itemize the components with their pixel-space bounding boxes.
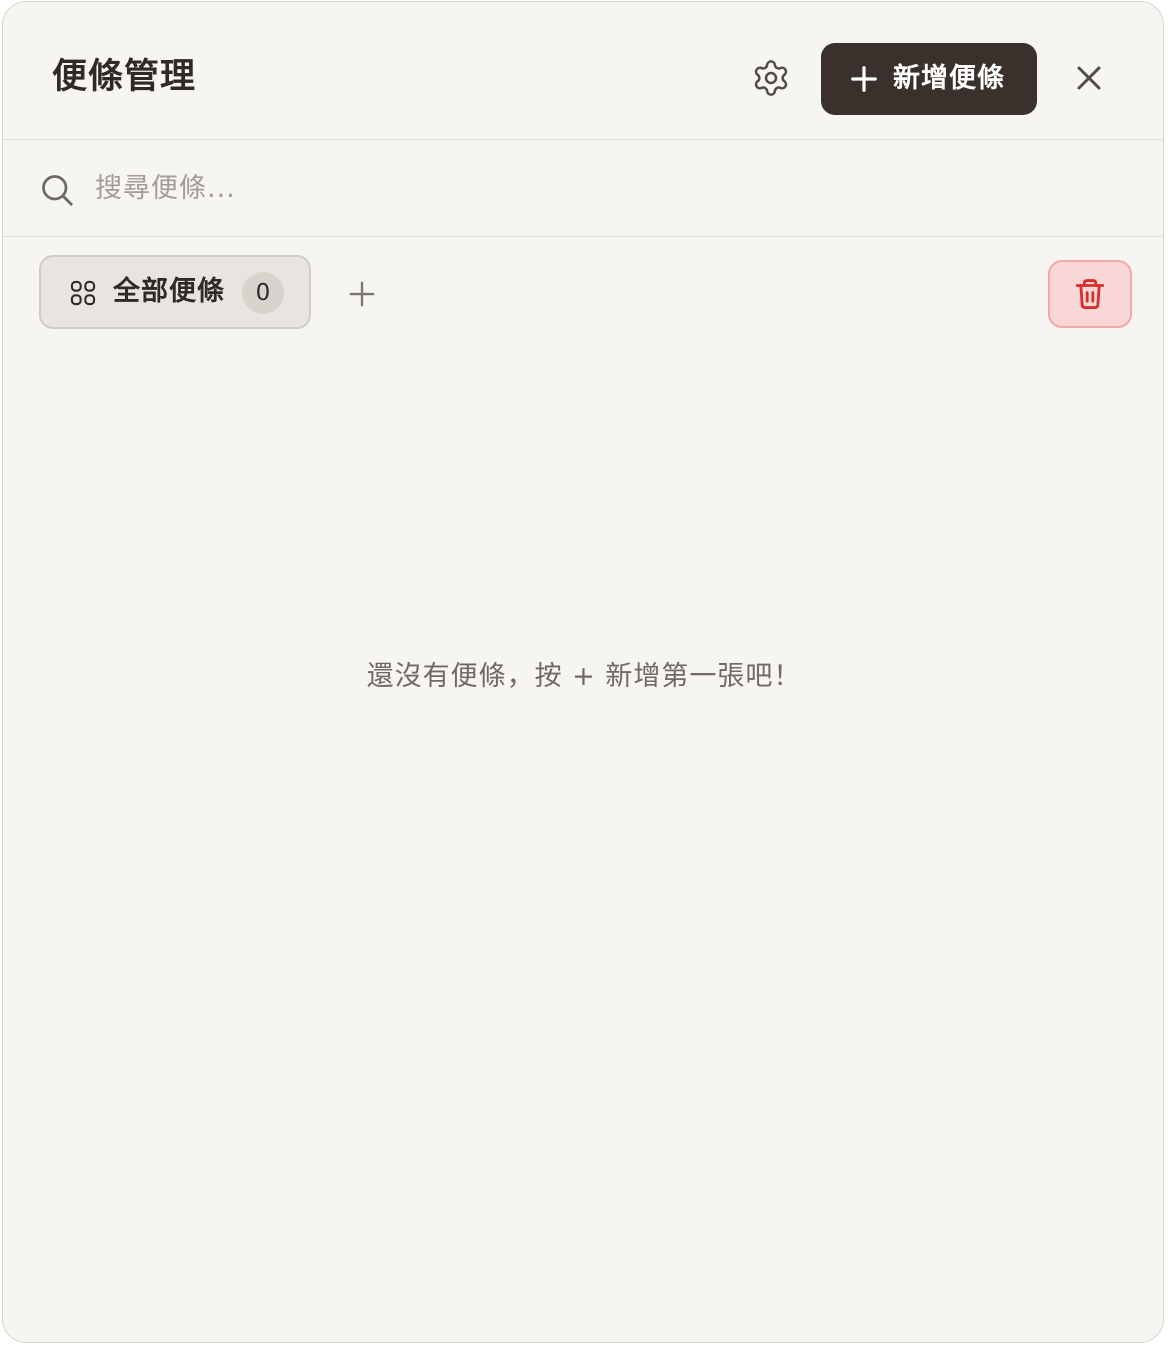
add-note-button[interactable]: 新增便條 xyxy=(821,43,1037,115)
category-count-badge: 0 xyxy=(242,272,284,314)
search-input[interactable] xyxy=(95,166,995,210)
gear-icon xyxy=(754,60,788,96)
note-manager-panel: 便條管理 新增便條 搜尋便條... 全部便條 0 還沒有便條，按 + 新增第一張… xyxy=(2,1,1164,1343)
page-title: 便條管理 xyxy=(52,57,197,97)
close-icon xyxy=(1077,66,1101,90)
delete-button[interactable] xyxy=(1048,260,1132,328)
category-label: 全部便條 xyxy=(113,276,225,307)
plus-icon xyxy=(851,66,877,92)
grid-icon xyxy=(70,280,96,306)
close-button[interactable] xyxy=(1067,56,1111,100)
settings-button[interactable] xyxy=(747,54,795,102)
search-icon xyxy=(42,175,73,206)
empty-state-message: 還沒有便條，按 + 新增第一張吧！ xyxy=(366,661,802,692)
search-bar xyxy=(3,140,1163,237)
add-note-label: 新增便條 xyxy=(893,63,1005,94)
category-bar: 全部便條 0 xyxy=(3,237,1163,347)
plus-icon xyxy=(349,281,375,307)
header: 便條管理 新增便條 xyxy=(3,2,1163,140)
trash-icon xyxy=(1075,279,1105,310)
add-category-button[interactable] xyxy=(341,273,383,315)
category-chip-all-notes[interactable]: 全部便條 0 xyxy=(39,255,311,329)
